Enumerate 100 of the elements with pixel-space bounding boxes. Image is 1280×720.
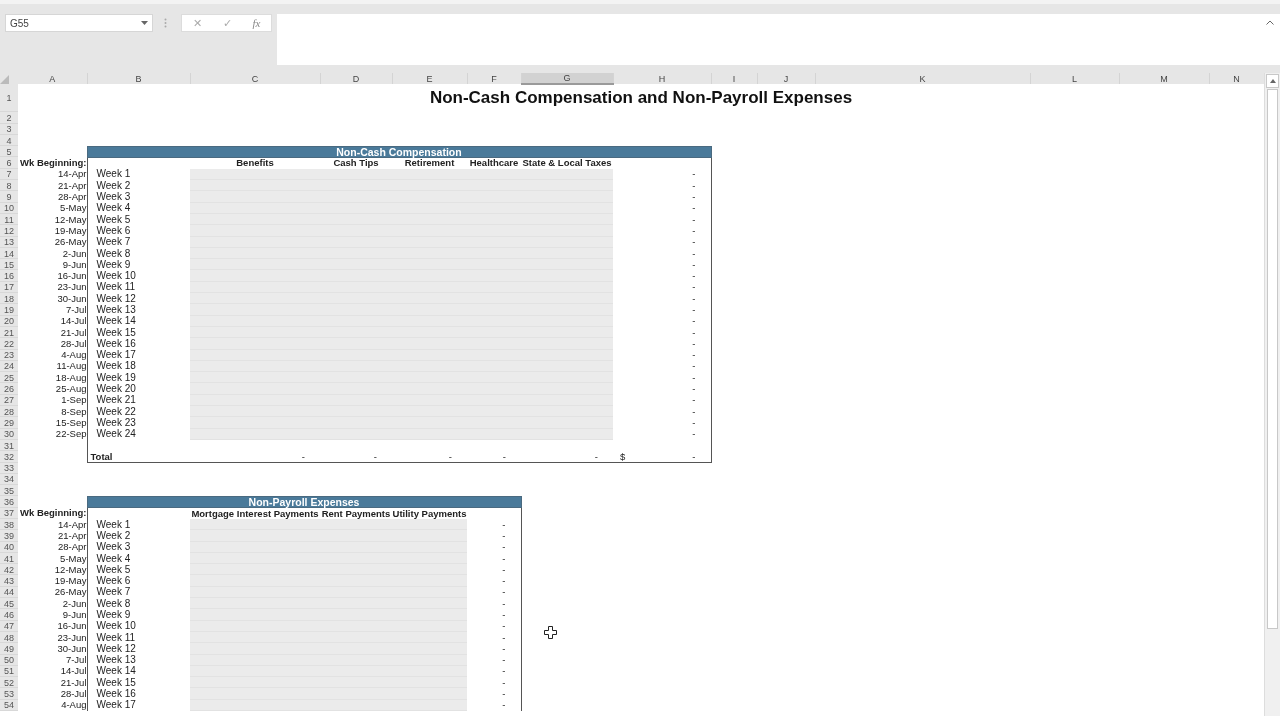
row-header[interactable]: 13 (0, 236, 18, 248)
shaded-cell[interactable] (190, 304, 320, 316)
shaded-cell[interactable] (190, 191, 320, 203)
shaded-cell[interactable] (190, 519, 320, 531)
shaded-cell[interactable] (521, 293, 613, 305)
row-header[interactable]: 26 (0, 383, 18, 395)
shaded-cell[interactable] (190, 677, 320, 689)
shaded-cell[interactable] (190, 688, 320, 700)
shaded-cell[interactable] (392, 564, 467, 576)
row-header[interactable]: 50 (0, 654, 18, 666)
shaded-cell[interactable] (521, 191, 613, 203)
column-header[interactable]: A (18, 73, 87, 85)
shaded-cell[interactable] (190, 372, 320, 384)
row-header[interactable]: 22 (0, 338, 18, 350)
shaded-cell[interactable] (521, 270, 613, 282)
column-header[interactable]: K (815, 73, 1030, 85)
row-header[interactable]: 36 (0, 496, 18, 508)
select-all-corner-icon[interactable] (0, 74, 9, 84)
shaded-cell[interactable] (521, 304, 613, 316)
column-header[interactable]: G (521, 73, 613, 85)
name-box[interactable]: G55 (5, 14, 153, 32)
shaded-cell[interactable] (190, 620, 320, 632)
shaded-cell[interactable] (190, 236, 320, 248)
scroll-thumb[interactable] (1267, 89, 1278, 629)
shaded-cell[interactable] (521, 168, 613, 181)
row-header[interactable]: 46 (0, 609, 18, 621)
shaded-cell[interactable] (521, 236, 613, 248)
shaded-cell[interactable] (190, 225, 320, 237)
scroll-up-button[interactable] (1266, 74, 1279, 88)
column-header[interactable]: B (87, 73, 190, 85)
shaded-cell[interactable] (190, 338, 320, 350)
column-header[interactable]: I (711, 73, 757, 85)
shaded-cell[interactable] (521, 349, 613, 361)
shaded-cell[interactable] (521, 225, 613, 237)
shaded-cell[interactable] (392, 609, 467, 621)
row-header[interactable]: 25 (0, 372, 18, 384)
row-header[interactable]: 53 (0, 688, 18, 700)
shaded-cell[interactable] (190, 428, 320, 440)
shaded-cell[interactable] (521, 259, 613, 271)
shaded-cell[interactable] (190, 643, 320, 655)
column-header[interactable]: H (613, 73, 711, 85)
row-header[interactable]: 32 (0, 451, 18, 463)
formula-field[interactable] (277, 14, 1280, 65)
shaded-cell[interactable] (521, 372, 613, 384)
shaded-cell[interactable] (190, 564, 320, 576)
shaded-cell[interactable] (521, 338, 613, 350)
row-header[interactable]: 30 (0, 428, 18, 440)
grip-icon[interactable] (164, 18, 167, 28)
row-header[interactable]: 43 (0, 575, 18, 587)
shaded-cell[interactable] (392, 643, 467, 655)
column-header[interactable]: M (1119, 73, 1209, 85)
row-header[interactable]: 15 (0, 259, 18, 271)
vertical-scrollbar[interactable] (1264, 73, 1280, 716)
row-header[interactable]: 2 (0, 112, 18, 124)
row-header[interactable]: 18 (0, 293, 18, 305)
shaded-cell[interactable] (392, 598, 467, 610)
shaded-cell[interactable] (521, 428, 613, 440)
shaded-cell[interactable] (521, 202, 613, 214)
shaded-cell[interactable] (190, 541, 320, 553)
shaded-cell[interactable] (392, 677, 467, 689)
row-header[interactable]: 20 (0, 315, 18, 327)
shaded-cell[interactable] (190, 383, 320, 395)
shaded-cell[interactable] (190, 349, 320, 361)
insert-function-button[interactable]: fx (249, 15, 264, 31)
shaded-cell[interactable] (190, 417, 320, 429)
shaded-cell[interactable] (190, 168, 320, 181)
row-header[interactable]: 6 (0, 157, 18, 169)
shaded-cell[interactable] (392, 541, 467, 553)
row-header[interactable]: 29 (0, 417, 18, 429)
shaded-cell[interactable] (190, 315, 320, 327)
row-header[interactable]: 52 (0, 677, 18, 689)
shaded-cell[interactable] (392, 575, 467, 587)
row-header[interactable]: 39 (0, 530, 18, 542)
row-header[interactable]: 19 (0, 304, 18, 316)
shaded-cell[interactable] (392, 519, 467, 531)
row-header[interactable]: 33 (0, 462, 18, 474)
shaded-cell[interactable] (521, 383, 613, 395)
column-header[interactable]: C (190, 73, 320, 85)
shaded-cell[interactable] (190, 406, 320, 418)
shaded-cell[interactable] (190, 598, 320, 610)
row-header[interactable]: 40 (0, 541, 18, 553)
row-header[interactable]: 37 (0, 507, 18, 519)
shaded-cell[interactable] (392, 530, 467, 542)
row-header[interactable]: 5 (0, 146, 18, 158)
shaded-cell[interactable] (190, 259, 320, 271)
shaded-cell[interactable] (190, 609, 320, 621)
shaded-cell[interactable] (190, 180, 320, 192)
row-header[interactable]: 9 (0, 191, 18, 203)
shaded-cell[interactable] (190, 530, 320, 542)
row-header[interactable]: 45 (0, 598, 18, 610)
column-header[interactable]: J (757, 73, 815, 85)
shaded-cell[interactable] (392, 688, 467, 700)
row-header[interactable]: 8 (0, 180, 18, 192)
shaded-cell[interactable] (190, 575, 320, 587)
shaded-cell[interactable] (190, 293, 320, 305)
shaded-cell[interactable] (521, 315, 613, 327)
row-header[interactable]: 10 (0, 202, 18, 214)
column-header[interactable]: N (1209, 73, 1264, 85)
shaded-cell[interactable] (190, 654, 320, 666)
shaded-cell[interactable] (392, 654, 467, 666)
